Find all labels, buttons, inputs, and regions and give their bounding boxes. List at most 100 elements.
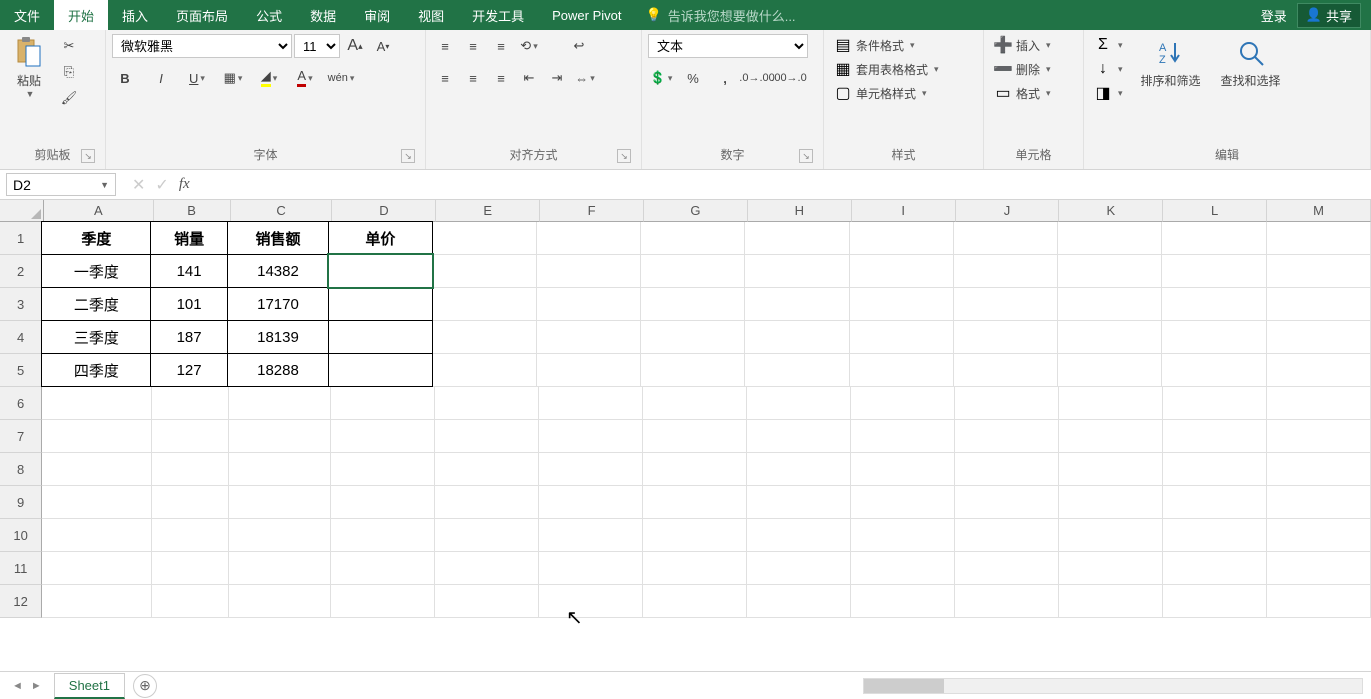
- font-name-select[interactable]: 微软雅黑: [112, 34, 292, 58]
- cell-I9[interactable]: [851, 486, 955, 519]
- orientation-button[interactable]: ⟲▾: [516, 34, 542, 58]
- column-header-H[interactable]: H: [748, 200, 852, 222]
- cell-F10[interactable]: [539, 519, 643, 552]
- cell-D6[interactable]: [331, 387, 435, 420]
- row-header-5[interactable]: 5: [0, 354, 42, 387]
- align-left-button[interactable]: ≡: [432, 66, 458, 90]
- horizontal-scrollbar[interactable]: [157, 678, 1371, 694]
- accounting-format-button[interactable]: 💲▾: [648, 66, 674, 90]
- cell-L8[interactable]: [1163, 453, 1267, 486]
- cell-M2[interactable]: [1267, 255, 1371, 288]
- cell-G1[interactable]: [641, 222, 745, 255]
- fill-button[interactable]: ↓▾: [1090, 58, 1127, 80]
- cell-D3[interactable]: [328, 287, 432, 321]
- format-painter-button[interactable]: 🖌: [56, 86, 82, 110]
- clear-button[interactable]: ◨▾: [1090, 82, 1127, 104]
- cell-D10[interactable]: [331, 519, 435, 552]
- column-header-K[interactable]: K: [1059, 200, 1163, 222]
- cell-I1[interactable]: [850, 222, 954, 255]
- cell-B3[interactable]: 101: [150, 287, 227, 321]
- select-all-corner[interactable]: [0, 200, 44, 222]
- cell-L6[interactable]: [1163, 387, 1267, 420]
- cell-C9[interactable]: [229, 486, 331, 519]
- cell-D7[interactable]: [331, 420, 435, 453]
- cell-M12[interactable]: [1267, 585, 1371, 618]
- menu-tab-powerpivot[interactable]: Power Pivot: [538, 0, 635, 30]
- row-header-6[interactable]: 6: [0, 387, 42, 420]
- cell-M8[interactable]: [1267, 453, 1371, 486]
- row-header-1[interactable]: 1: [0, 222, 42, 255]
- cell-M9[interactable]: [1267, 486, 1371, 519]
- cell-K9[interactable]: [1059, 486, 1163, 519]
- format-as-table-button[interactable]: ▦套用表格格式▾: [830, 58, 943, 80]
- cell-F11[interactable]: [539, 552, 643, 585]
- sheet-nav-last-button[interactable]: ►: [31, 680, 42, 692]
- increase-decimal-button[interactable]: .0→.00: [744, 66, 770, 90]
- font-size-select[interactable]: 11: [294, 34, 340, 58]
- align-middle-button[interactable]: ≡: [460, 34, 486, 58]
- cell-L4[interactable]: [1162, 321, 1266, 354]
- cell-B2[interactable]: 141: [150, 254, 227, 288]
- cell-K3[interactable]: [1058, 288, 1162, 321]
- menu-tab-layout[interactable]: 页面布局: [162, 0, 242, 30]
- cell-I10[interactable]: [851, 519, 955, 552]
- cell-A5[interactable]: 四季度: [41, 353, 151, 387]
- menu-tab-developer[interactable]: 开发工具: [458, 0, 538, 30]
- column-header-F[interactable]: F: [540, 200, 644, 222]
- percent-button[interactable]: %: [680, 66, 706, 90]
- cell-M7[interactable]: [1267, 420, 1371, 453]
- column-header-C[interactable]: C: [231, 200, 333, 222]
- cell-I5[interactable]: [850, 354, 954, 387]
- tell-me-search[interactable]: 💡 告诉我您想要做什么...: [646, 0, 796, 30]
- cell-B11[interactable]: [152, 552, 229, 585]
- cell-C6[interactable]: [229, 387, 331, 420]
- alignment-launcher[interactable]: ↘: [617, 149, 631, 163]
- row-header-9[interactable]: 9: [0, 486, 42, 519]
- menu-tab-review[interactable]: 审阅: [350, 0, 404, 30]
- menu-tab-view[interactable]: 视图: [404, 0, 458, 30]
- cell-D5[interactable]: [328, 353, 432, 387]
- cell-C4[interactable]: 18139: [227, 320, 329, 354]
- cell-C10[interactable]: [229, 519, 331, 552]
- cell-L11[interactable]: [1163, 552, 1267, 585]
- cell-L1[interactable]: [1162, 222, 1266, 255]
- cell-E2[interactable]: [433, 255, 537, 288]
- delete-cells-button[interactable]: ➖删除▾: [990, 58, 1055, 80]
- cell-L12[interactable]: [1163, 585, 1267, 618]
- column-header-J[interactable]: J: [956, 200, 1060, 222]
- cell-A12[interactable]: [42, 585, 152, 618]
- cell-L3[interactable]: [1162, 288, 1266, 321]
- formula-input[interactable]: [200, 170, 1371, 199]
- cell-D8[interactable]: [331, 453, 435, 486]
- cell-J8[interactable]: [955, 453, 1059, 486]
- cell-C7[interactable]: [229, 420, 331, 453]
- cell-E10[interactable]: [435, 519, 539, 552]
- decrease-font-button[interactable]: A▾: [370, 34, 396, 58]
- cell-L7[interactable]: [1163, 420, 1267, 453]
- cell-D9[interactable]: [331, 486, 435, 519]
- align-center-button[interactable]: ≡: [460, 66, 486, 90]
- enter-formula-button[interactable]: ✓: [155, 175, 168, 195]
- cell-F5[interactable]: [537, 354, 641, 387]
- cell-E8[interactable]: [435, 453, 539, 486]
- menu-tab-formulas[interactable]: 公式: [242, 0, 296, 30]
- cell-J9[interactable]: [955, 486, 1059, 519]
- fill-color-button[interactable]: ◢▾: [256, 66, 282, 90]
- cell-B8[interactable]: [152, 453, 229, 486]
- cell-B7[interactable]: [152, 420, 229, 453]
- share-button[interactable]: 👤 共享: [1297, 3, 1361, 28]
- increase-font-button[interactable]: A▴: [342, 34, 368, 58]
- format-cells-button[interactable]: ▭格式▾: [990, 82, 1055, 104]
- autosum-button[interactable]: Σ▾: [1090, 34, 1127, 56]
- cell-H2[interactable]: [745, 255, 849, 288]
- column-header-G[interactable]: G: [644, 200, 748, 222]
- cell-F4[interactable]: [537, 321, 641, 354]
- cell-E5[interactable]: [433, 354, 537, 387]
- column-header-I[interactable]: I: [852, 200, 956, 222]
- bold-button[interactable]: B: [112, 66, 138, 90]
- cell-D11[interactable]: [331, 552, 435, 585]
- cell-I6[interactable]: [851, 387, 955, 420]
- cell-F9[interactable]: [539, 486, 643, 519]
- cell-E6[interactable]: [435, 387, 539, 420]
- cell-C8[interactable]: [229, 453, 331, 486]
